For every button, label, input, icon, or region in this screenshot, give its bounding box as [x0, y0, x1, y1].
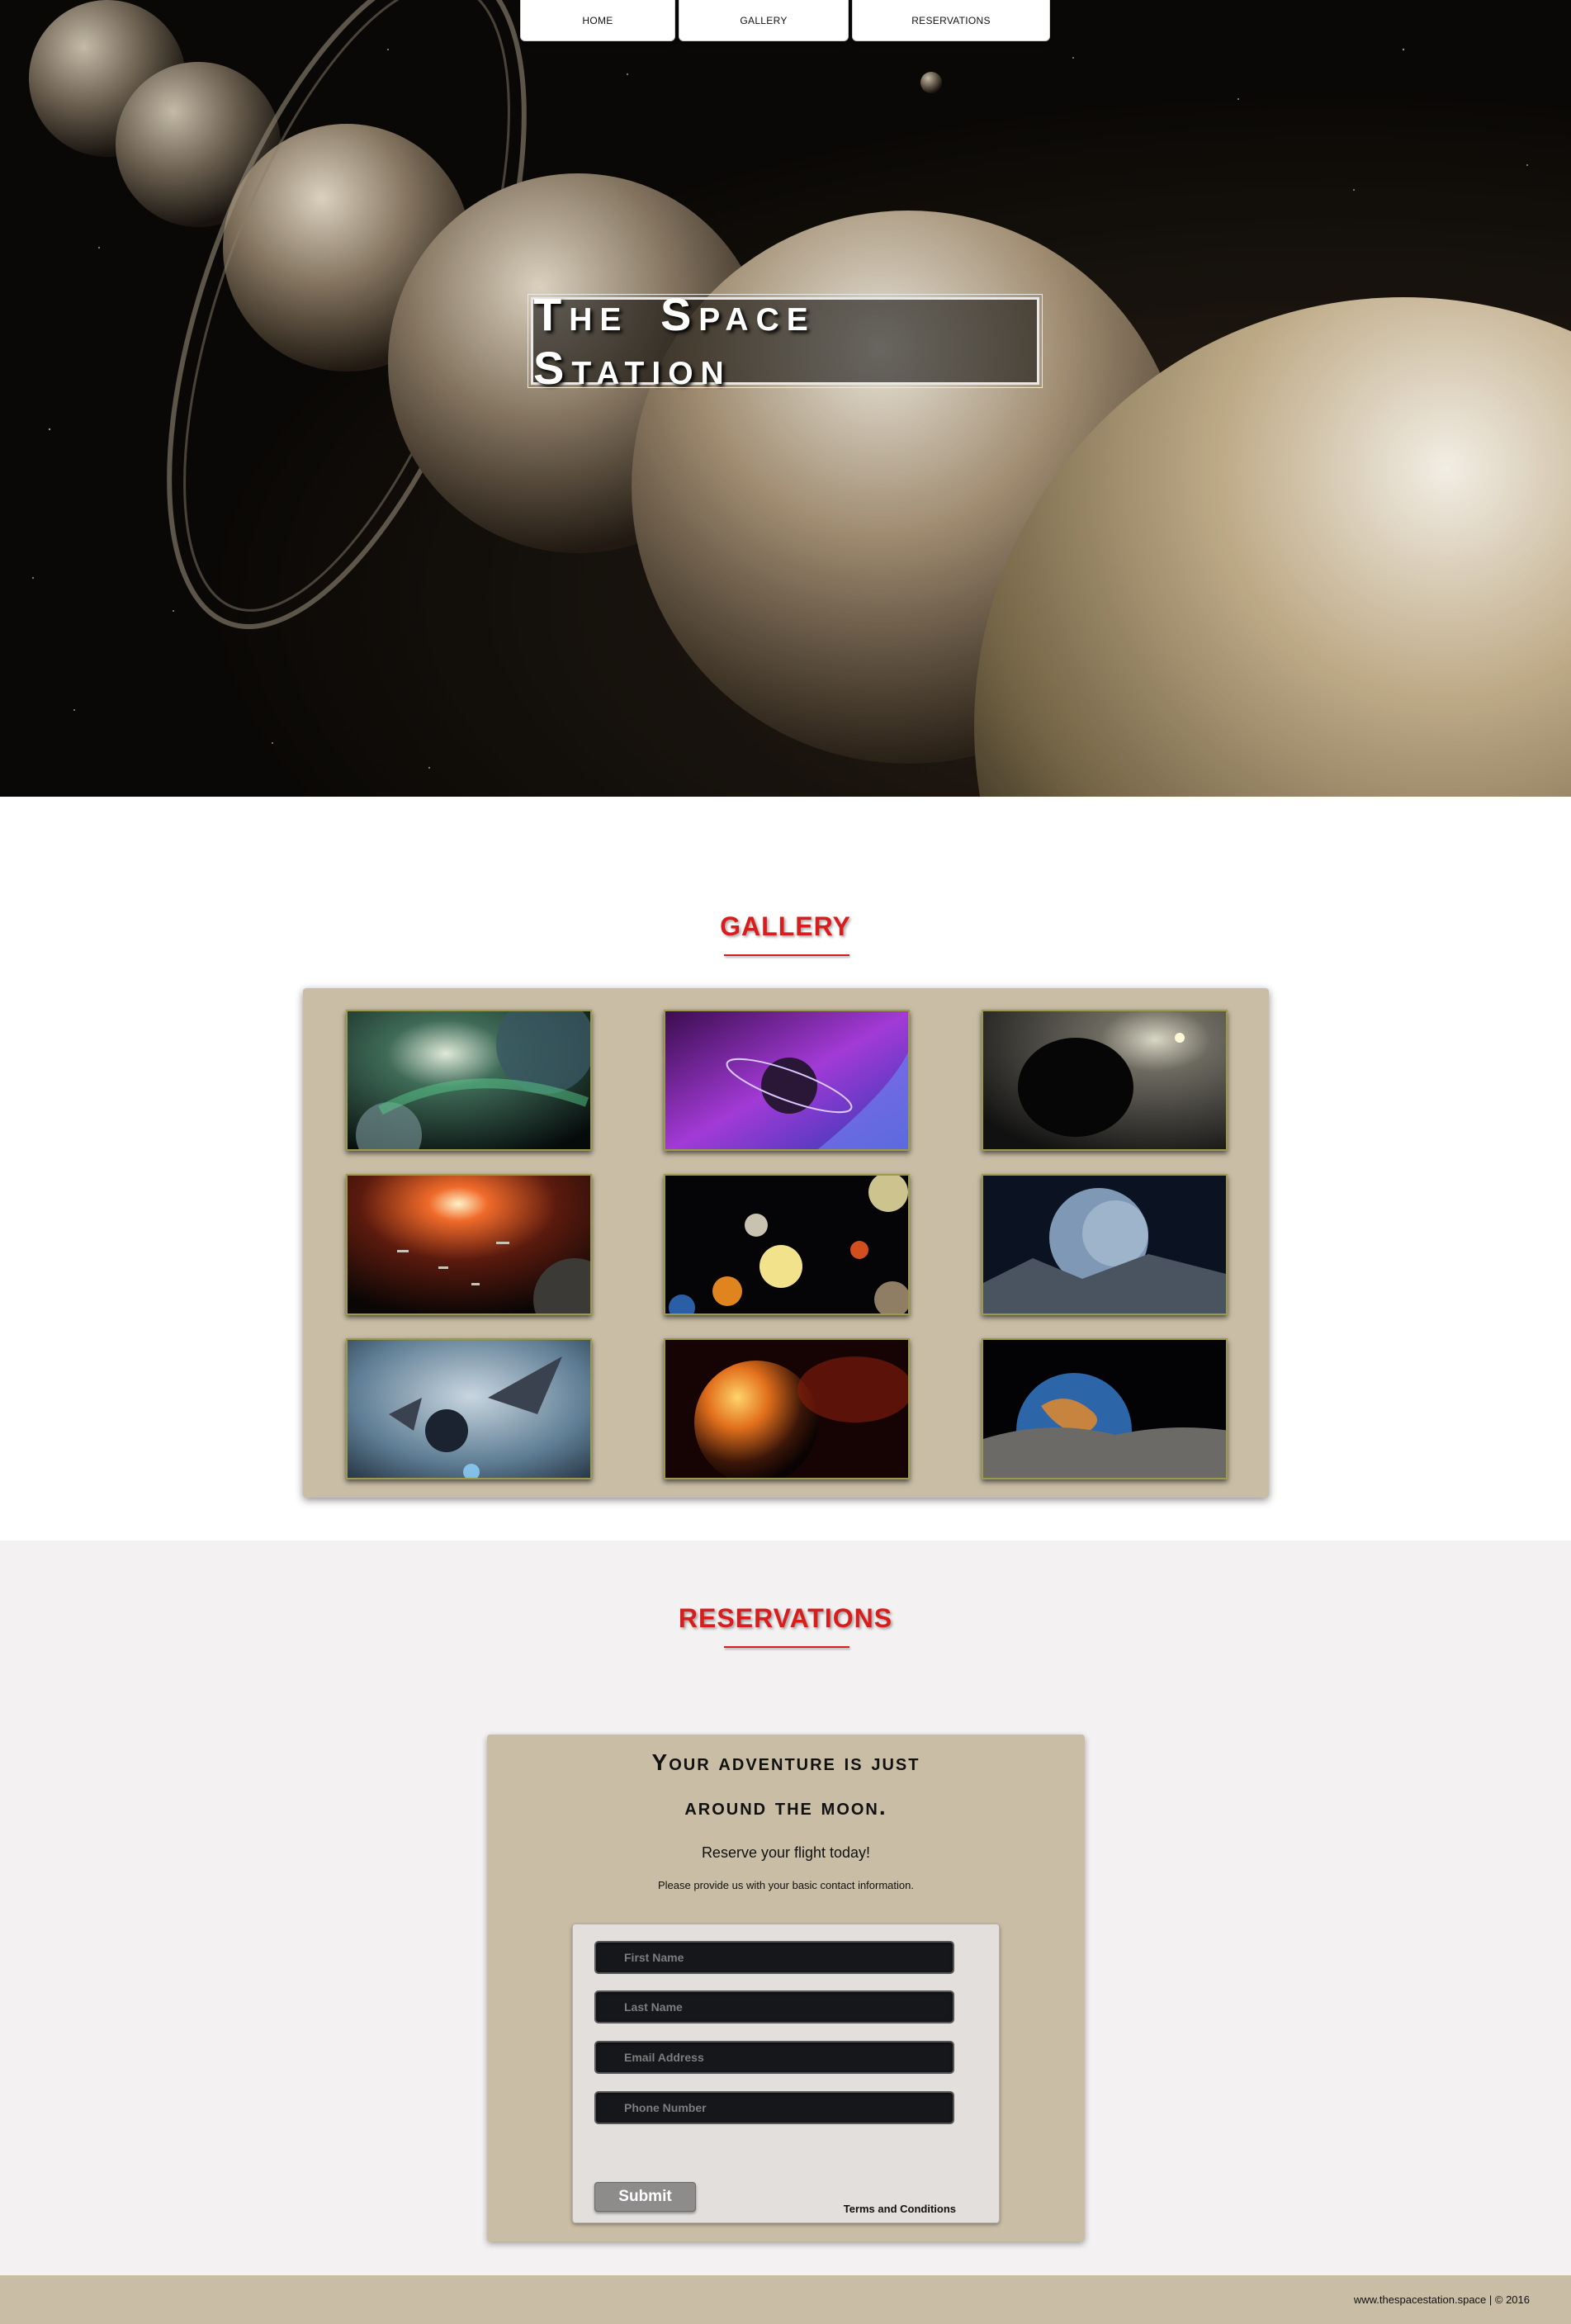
- gallery-thumb-1[interactable]: [346, 1010, 592, 1151]
- nav-reservations-button[interactable]: RESERVATIONS: [852, 0, 1050, 41]
- footer: www.thespacestation.space | © 2016: [0, 2275, 1571, 2324]
- footer-text: www.thespacestation.space | © 2016: [1353, 2293, 1530, 2306]
- gallery-panel: [303, 988, 1269, 1498]
- gallery-thumb-3[interactable]: [982, 1010, 1228, 1151]
- planets-image: [0, 0, 1571, 797]
- starships-blue-planet-image: [348, 1340, 590, 1478]
- gallery-thumb-6[interactable]: [982, 1174, 1228, 1315]
- purple-ringed-planet-image: [665, 1011, 908, 1149]
- moon-surface-planet-image: [983, 1176, 1226, 1313]
- gallery-thumb-2[interactable]: [664, 1010, 910, 1151]
- email-field[interactable]: [594, 2041, 954, 2074]
- gallery-thumb-9[interactable]: [982, 1338, 1228, 1479]
- reservations-heading-underline: [724, 1646, 849, 1648]
- nav-gallery-button[interactable]: GALLERY: [679, 0, 849, 41]
- main-nav: HOME GALLERY RESERVATIONS: [520, 0, 1050, 41]
- gallery-thumb-7[interactable]: [346, 1338, 592, 1479]
- space-battle-fleet-image: [348, 1176, 590, 1313]
- site-title: The Space Station: [533, 288, 816, 394]
- reservation-headline-line2: around the moon.: [684, 1794, 887, 1820]
- hero-banner: HOME GALLERY RESERVATIONS The Space Stat…: [0, 0, 1571, 797]
- reservation-card: Your adventure is just around the moon. …: [487, 1735, 1085, 2241]
- reservation-form: Submit Terms and Conditions: [572, 1924, 1000, 2223]
- submit-button[interactable]: Submit: [594, 2182, 696, 2212]
- reservation-headline-line1: Your adventure is just: [651, 1749, 920, 1775]
- last-name-field[interactable]: [594, 1990, 954, 2023]
- fiery-planet-image: [665, 1340, 908, 1478]
- gallery-heading: GALLERY: [720, 911, 851, 941]
- gallery-heading-underline: [724, 954, 849, 956]
- black-hole-image: [983, 1011, 1226, 1149]
- solar-system-planets-image: [665, 1176, 908, 1313]
- space-nebula-planet-image: [348, 1011, 590, 1149]
- gallery-thumb-5[interactable]: [664, 1174, 910, 1315]
- first-name-field[interactable]: [594, 1941, 954, 1974]
- phone-field[interactable]: [594, 2091, 954, 2124]
- terms-link[interactable]: Terms and Conditions: [844, 2203, 956, 2215]
- gallery-thumb-4[interactable]: [346, 1174, 592, 1315]
- reservation-subhead: Reserve your flight today!: [701, 1844, 871, 1861]
- site-title-box: The Space Station: [528, 288, 1043, 394]
- earth-from-moon-image: [983, 1340, 1226, 1478]
- gallery-thumb-8[interactable]: [664, 1338, 910, 1479]
- reservations-heading: RESERVATIONS: [678, 1603, 893, 1633]
- nav-home-button[interactable]: HOME: [520, 0, 675, 41]
- reservation-note: Please provide us with your basic contac…: [658, 1879, 914, 1891]
